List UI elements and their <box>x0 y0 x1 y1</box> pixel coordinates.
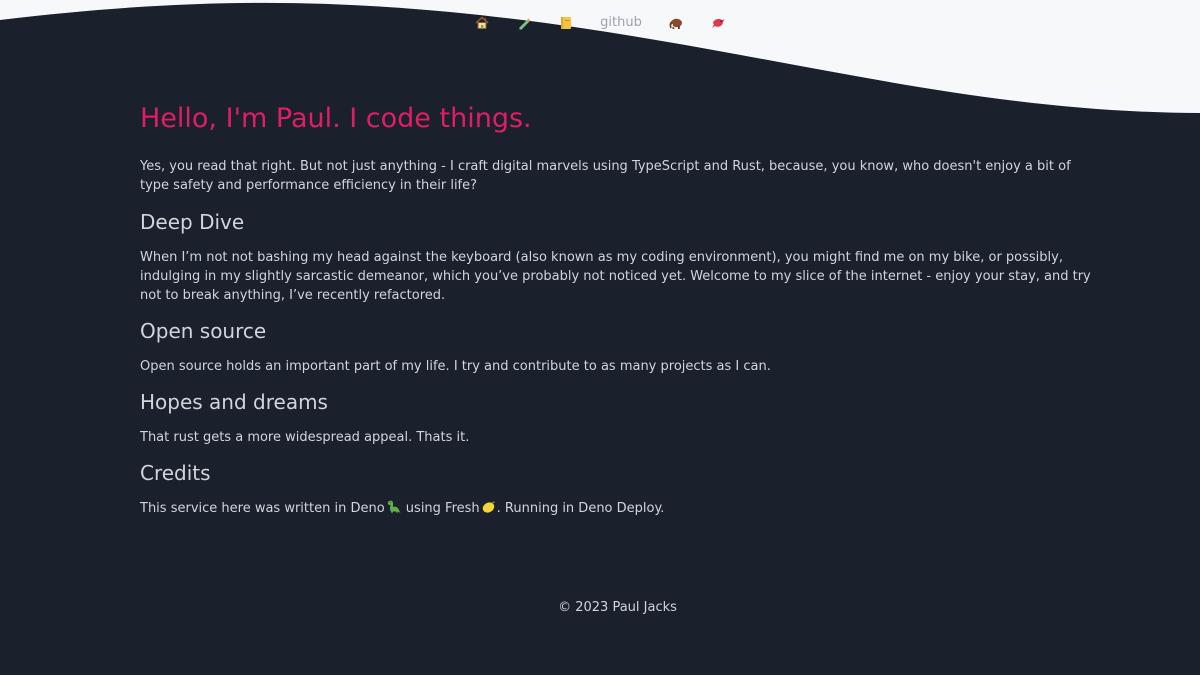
nav-notebook-link[interactable] <box>558 12 574 34</box>
notebook-icon <box>558 15 574 31</box>
nav-mastodon-link[interactable] <box>668 12 684 34</box>
top-nav: github <box>0 12 1200 34</box>
main-content: Hello, I'm Paul. I code things. Yes, you… <box>140 100 1100 520</box>
page-title: Hello, I'm Paul. I code things. <box>140 103 532 134</box>
credits-paragraph: This service here was written in Deno us… <box>140 499 1100 520</box>
nav-pen-link[interactable] <box>516 12 532 34</box>
nav-bird-link[interactable] <box>710 12 726 34</box>
open-source-paragraph: Open source holds an important part of m… <box>140 359 771 374</box>
hopes-paragraph: That rust gets a more widespread appeal.… <box>140 430 470 445</box>
lemon-icon <box>481 500 496 520</box>
footer-copyright: © 2023 Paul Jacks <box>558 600 677 615</box>
credits-text-part1: This service here was written in Deno <box>140 501 385 516</box>
house-icon <box>474 15 490 31</box>
mammoth-icon <box>668 15 684 31</box>
nav-github-link[interactable]: github <box>600 12 642 34</box>
nav-home-link[interactable] <box>474 12 490 34</box>
credits-heading: Credits <box>140 461 211 485</box>
intro-paragraph: Yes, you read that right. But not just a… <box>140 159 1071 193</box>
bird-icon <box>710 15 726 31</box>
dinosaur-icon <box>386 500 401 520</box>
deep-dive-heading: Deep Dive <box>140 210 245 234</box>
credits-text-part2: using Fresh <box>401 501 480 516</box>
credits-text-part3: . Running in Deno Deploy. <box>496 501 665 516</box>
open-source-heading: Open source <box>140 319 267 343</box>
pen-icon <box>516 15 532 31</box>
hopes-heading: Hopes and dreams <box>140 390 328 414</box>
deep-dive-paragraph: When I’m not not bashing my head against… <box>140 250 1091 303</box>
